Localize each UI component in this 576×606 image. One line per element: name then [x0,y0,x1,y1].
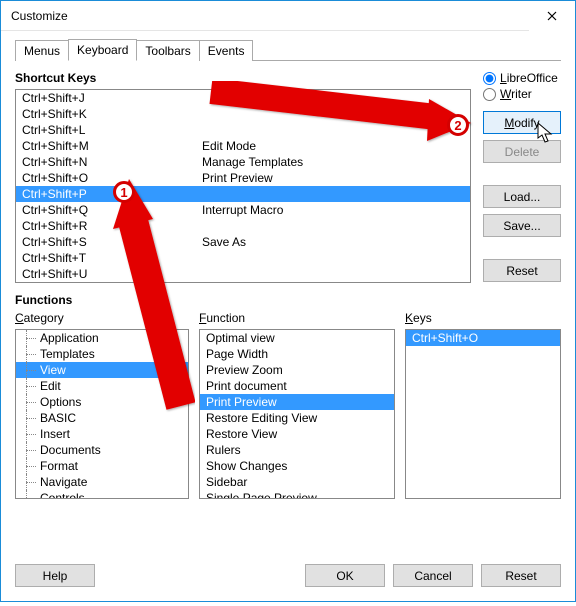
category-item[interactable]: Format [16,458,188,474]
shortcut-keys-label: Shortcut Keys [15,71,471,85]
shortcut-row[interactable]: Ctrl+Shift+K [16,106,470,122]
delete-button[interactable]: Delete [483,140,561,163]
shortcut-key-cell: Ctrl+Shift+U [16,266,196,282]
function-item[interactable]: Page Width [200,346,394,362]
keys-header: Keys [405,311,561,325]
reset-bottom-button[interactable]: Reset [481,564,561,587]
function-item[interactable]: Print document [200,378,394,394]
tab-toolbars[interactable]: Toolbars [136,40,199,61]
scope-libreoffice-label: LibreOffice [500,71,558,85]
functions-label: Functions [15,293,561,307]
keys-item[interactable]: Ctrl+Shift+O [406,330,560,346]
category-item[interactable]: Controls [16,490,188,499]
category-list[interactable]: ApplicationTemplatesViewEditOptionsBASIC… [15,329,189,499]
shortcut-row[interactable]: Ctrl+Shift+L [16,122,470,138]
modify-button[interactable]: Modify [483,111,561,134]
shortcut-key-cell: Ctrl+Shift+V [16,282,196,283]
tab-bar: Menus Keyboard Toolbars Events [15,39,561,61]
save-button[interactable]: Save... [483,214,561,237]
category-item[interactable]: BASIC [16,410,188,426]
shortcut-command-cell [196,282,470,283]
shortcut-key-cell: Ctrl+Shift+M [16,138,196,154]
function-item[interactable]: Rulers [200,442,394,458]
shortcut-row[interactable]: Ctrl+Shift+R [16,218,470,234]
function-item[interactable]: Restore View [200,426,394,442]
shortcut-command-cell: Print Preview [196,170,470,186]
shortcut-key-cell: Ctrl+Shift+K [16,106,196,122]
shortcut-key-cell: Ctrl+Shift+S [16,234,196,250]
shortcut-command-cell [196,122,470,138]
shortcut-key-cell: Ctrl+Shift+O [16,170,196,186]
shortcut-command-cell [196,250,470,266]
shortcut-row[interactable]: Ctrl+Shift+MEdit Mode [16,138,470,154]
shortcut-key-cell: Ctrl+Shift+R [16,218,196,234]
scope-libreoffice-input[interactable] [483,72,496,85]
shortcut-key-cell: Ctrl+Shift+P [16,186,196,202]
category-item[interactable]: Edit [16,378,188,394]
shortcut-command-cell: Interrupt Macro [196,202,470,218]
shortcut-key-cell: Ctrl+Shift+N [16,154,196,170]
scope-writer-label: Writer [500,87,532,101]
scope-writer-radio[interactable]: Writer [483,87,561,101]
tab-events[interactable]: Events [199,40,254,61]
titlebar: Customize [1,1,575,31]
category-item[interactable]: Navigate [16,474,188,490]
shortcut-keys-list[interactable]: Ctrl+Shift+JCtrl+Shift+KCtrl+Shift+LCtrl… [15,89,471,283]
shortcut-row[interactable]: Ctrl+Shift+NManage Templates [16,154,470,170]
function-item[interactable]: Print Preview [200,394,394,410]
shortcut-row[interactable]: Ctrl+Shift+T [16,250,470,266]
tab-keyboard[interactable]: Keyboard [68,39,137,61]
function-item[interactable]: Optimal view [200,330,394,346]
category-item[interactable]: View [16,362,188,378]
keys-list[interactable]: Ctrl+Shift+O [405,329,561,499]
scope-writer-input[interactable] [483,88,496,101]
shortcut-row[interactable]: Ctrl+Shift+V [16,282,470,283]
function-item[interactable]: Restore Editing View [200,410,394,426]
reset-side-button[interactable]: Reset [483,259,561,282]
shortcut-command-cell [196,106,470,122]
shortcut-key-cell: Ctrl+Shift+J [16,90,196,106]
shortcut-command-cell: Edit Mode [196,138,470,154]
function-list[interactable]: Optimal viewPage WidthPreview ZoomPrint … [199,329,395,499]
category-item[interactable]: Documents [16,442,188,458]
shortcut-row[interactable]: Ctrl+Shift+J [16,90,470,106]
shortcut-command-cell [196,186,470,202]
function-item[interactable]: Single Page Preview [200,490,394,499]
function-item[interactable]: Sidebar [200,474,394,490]
shortcut-command-cell [196,218,470,234]
shortcut-row[interactable]: Ctrl+Shift+P [16,186,470,202]
scope-libreoffice-radio[interactable]: LibreOffice [483,71,561,85]
shortcut-row[interactable]: Ctrl+Shift+QInterrupt Macro [16,202,470,218]
category-item[interactable]: Templates [16,346,188,362]
shortcut-command-cell [196,266,470,282]
shortcut-command-cell: Save As [196,234,470,250]
dialog-button-row: Help OK Cancel Reset [15,564,561,587]
close-icon [547,11,557,21]
shortcut-key-cell: Ctrl+Shift+T [16,250,196,266]
shortcut-key-cell: Ctrl+Shift+L [16,122,196,138]
shortcut-row[interactable]: Ctrl+Shift+U [16,266,470,282]
help-button[interactable]: Help [15,564,95,587]
tab-menus[interactable]: Menus [15,40,69,61]
category-item[interactable]: Options [16,394,188,410]
function-header: Function [199,311,395,325]
shortcut-row[interactable]: Ctrl+Shift+SSave As [16,234,470,250]
category-item[interactable]: Application [16,330,188,346]
shortcut-command-cell: Manage Templates [196,154,470,170]
window-title: Customize [11,9,529,23]
close-button[interactable] [529,1,575,31]
function-item[interactable]: Preview Zoom [200,362,394,378]
shortcut-key-cell: Ctrl+Shift+Q [16,202,196,218]
ok-button[interactable]: OK [305,564,385,587]
category-item[interactable]: Insert [16,426,188,442]
load-button[interactable]: Load... [483,185,561,208]
shortcut-row[interactable]: Ctrl+Shift+OPrint Preview [16,170,470,186]
cancel-button[interactable]: Cancel [393,564,473,587]
function-item[interactable]: Show Changes [200,458,394,474]
category-header: Category [15,311,189,325]
shortcut-command-cell [196,90,470,106]
